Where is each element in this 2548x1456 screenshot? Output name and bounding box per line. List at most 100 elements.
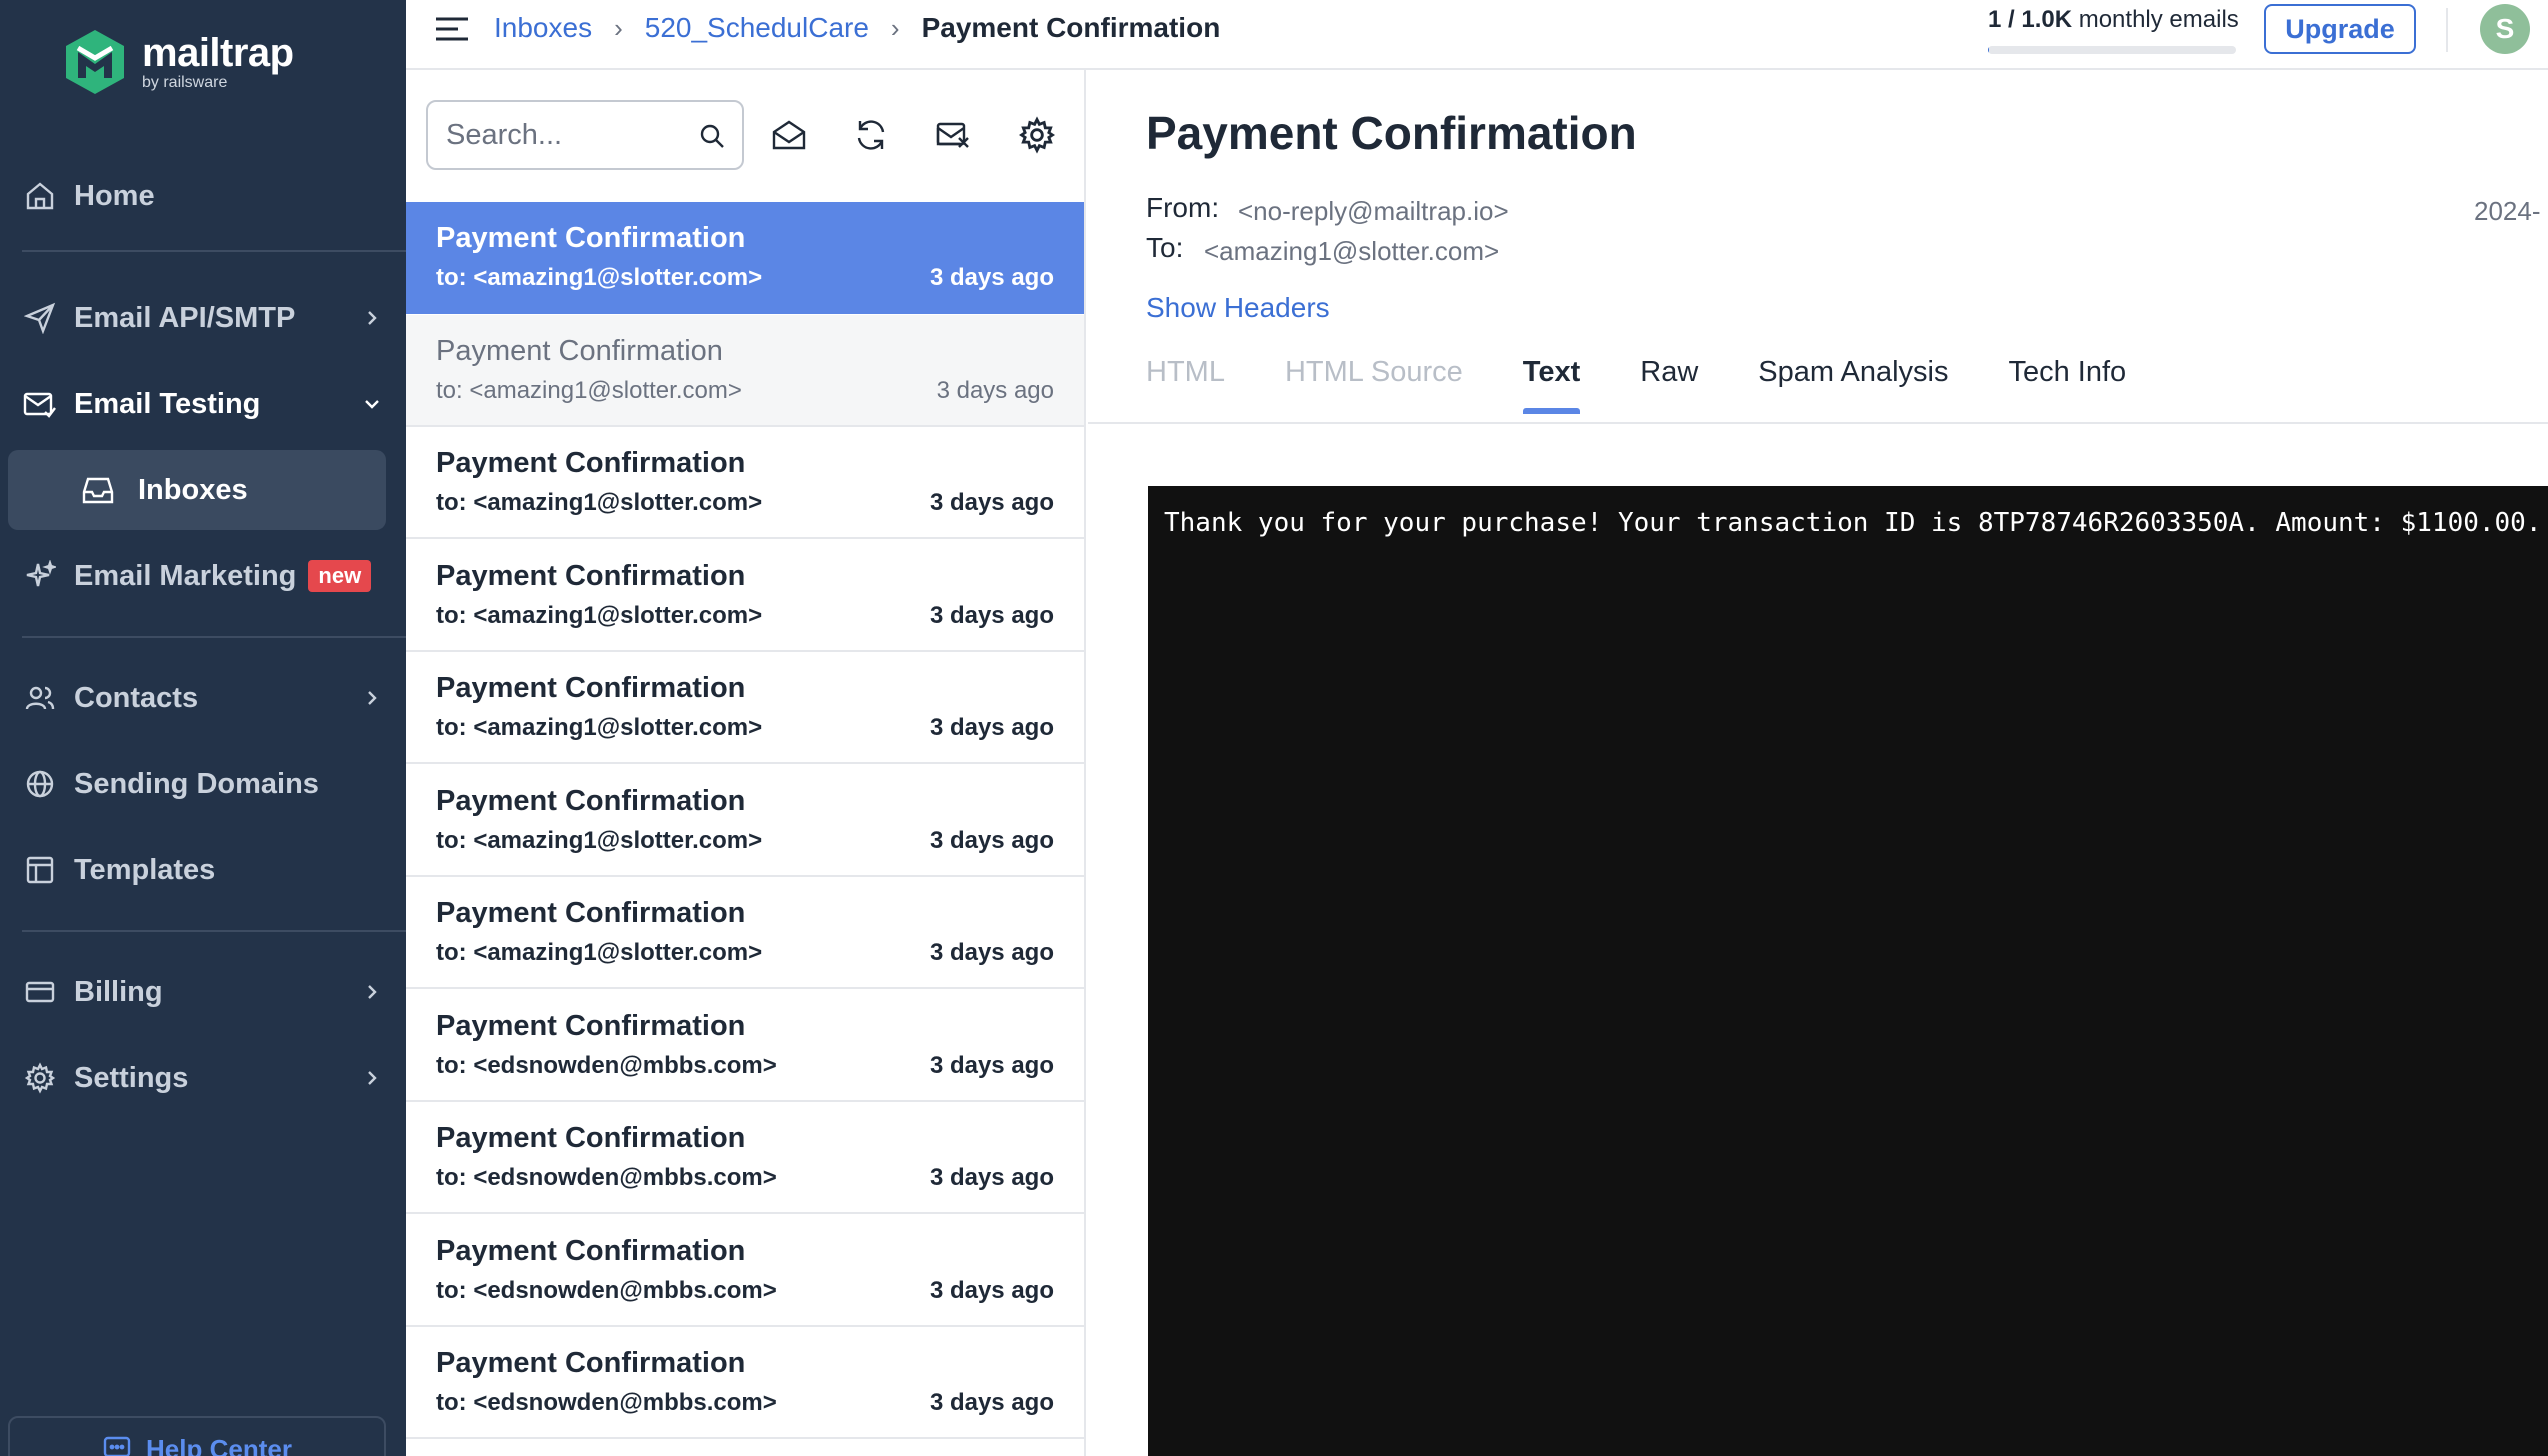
message-list-item[interactable]: Payment Confirmation to: <edsnowden@mbbs.… — [406, 1102, 1084, 1214]
message-subject: Payment Confirmation — [436, 334, 723, 367]
breadcrumb-current: Payment Confirmation — [921, 12, 1221, 43]
message-list-item[interactable]: Payment Confirmation to: <amazing1@slotte… — [406, 764, 1084, 877]
from-value: <no-reply@mailtrap.io> — [1238, 196, 1509, 226]
message-time: 3 days ago — [929, 1051, 1054, 1079]
sidebar-item-inboxes[interactable]: Inboxes — [8, 450, 386, 530]
chevron-right-icon — [368, 985, 377, 999]
message-date: 2024- — [2474, 196, 2541, 226]
breadcrumb-inboxes[interactable]: Inboxes — [494, 12, 592, 44]
message-recipient: to: <edsnowden@mbbs.com> — [436, 1389, 777, 1416]
message-recipient: to: <amazing1@slotter.com> — [436, 714, 763, 741]
message-body-text: Thank you for your purchase! Your transa… — [1164, 508, 2542, 538]
refresh-icon[interactable] — [852, 116, 890, 154]
sidebar-item-email-testing[interactable]: Email Testing — [0, 374, 406, 434]
tab-tech-info[interactable]: Tech Info — [2008, 356, 2126, 414]
show-headers-link[interactable]: Show Headers — [1146, 292, 1330, 324]
home-icon — [22, 178, 58, 214]
logo-wordmark: mailtrap — [142, 31, 294, 75]
sidebar-item-label: Contacts — [74, 681, 199, 714]
message-title: Payment Confirmation — [1146, 107, 1637, 159]
chevron-down-icon — [365, 400, 379, 409]
settings-gear-icon[interactable] — [1018, 116, 1056, 154]
usage-counter: 1 / 1.0K monthly emails — [1988, 6, 2239, 34]
credit-card-icon — [22, 974, 58, 1010]
message-recipient: to: <amazing1@slotter.com> — [436, 601, 763, 629]
message-subject: Payment Confirmation — [436, 222, 746, 254]
help-center-label: Help Center — [146, 1434, 292, 1456]
message-subject: Payment Confirmation — [436, 784, 746, 817]
avatar[interactable]: S — [2480, 4, 2530, 54]
sidebar-item-contacts[interactable]: Contacts — [0, 668, 406, 728]
sidebar-item-email-marketing[interactable]: Email Marketing new — [0, 546, 406, 606]
mailtrap-logo[interactable]: mailtrap by railsware — [62, 26, 294, 98]
message-tabs: HTML HTML Source Text Raw Spam Analysis Tech … — [1146, 356, 2186, 414]
message-list-item[interactable]: Payment Confirmation to: <amazing1@slotte… — [406, 314, 1084, 427]
tab-spam-analysis[interactable]: Spam Analysis — [1758, 356, 1948, 414]
users-icon — [22, 680, 58, 716]
message-time: 3 days ago — [929, 939, 1054, 966]
chevron-right-icon — [368, 691, 377, 705]
message-subject: Payment Confirmation — [436, 1234, 746, 1267]
chat-icon — [103, 1436, 131, 1456]
inbox-icon — [82, 477, 114, 504]
usage-suffix: monthly emails — [2072, 6, 2239, 33]
mail-test-icon — [22, 386, 58, 422]
message-subject: Payment Confirmation — [436, 447, 746, 479]
chevron-right-icon — [368, 311, 377, 325]
sidebar-item-label: Email Marketing — [74, 559, 297, 592]
mailtrap-logo-icon — [66, 30, 124, 94]
text-body-panel: Thank you for your purchase! Your transa… — [1148, 486, 2548, 1456]
sidebar-item-home[interactable]: Home — [0, 166, 406, 226]
to-value: <amazing1@slotter.com> — [1204, 236, 1500, 266]
message-subject: Payment Confirmation — [436, 1122, 746, 1154]
sidebar-item-label: Email Testing — [74, 387, 261, 420]
message-subject: Payment Confirmation — [436, 897, 746, 929]
search-box — [426, 100, 744, 170]
sidebar-item-label: Inboxes — [138, 473, 248, 506]
new-badge: new — [308, 560, 372, 592]
message-list-item[interactable]: Payment Confirmation to: <amazing1@slotte… — [406, 877, 1084, 989]
menu-icon[interactable] — [434, 14, 470, 44]
message-recipient: to: <amazing1@slotter.com> — [436, 939, 763, 966]
message-time: 3 days ago — [929, 489, 1054, 516]
breadcrumb-inbox[interactable]: 520_SchedulCare — [645, 12, 869, 44]
search-input[interactable] — [446, 102, 686, 168]
message-time: 3 days ago — [929, 1276, 1054, 1304]
message-recipient: to: <edsnowden@mbbs.com> — [436, 1051, 777, 1079]
sidebar-item-sending-domains[interactable]: Sending Domains — [0, 754, 406, 814]
message-list-item[interactable]: Payment Confirmation to: <amazing1@slotte… — [406, 539, 1084, 652]
sidebar-item-label: Sending Domains — [74, 767, 319, 800]
message-time: 3 days ago — [929, 826, 1054, 854]
sidebar-item-billing[interactable]: Billing — [0, 962, 406, 1022]
mark-read-icon[interactable] — [770, 116, 808, 154]
help-center-button[interactable]: Help Center — [8, 1416, 386, 1456]
message-list-item[interactable]: Payment Confirmation to: <amazing1@slotte… — [406, 202, 1084, 314]
message-list-item[interactable]: Payment Confirmation to: <edsnowden@mbbs.… — [406, 1214, 1084, 1327]
message-list-item[interactable]: Payment Confirmation to: <amazing1@slotte… — [406, 652, 1084, 764]
usage-count: 1 / 1.0K — [1988, 6, 2073, 33]
send-icon — [22, 300, 58, 336]
message-time: 3 days ago — [929, 1164, 1054, 1191]
message-time: 3 days ago — [929, 264, 1054, 291]
tab-raw[interactable]: Raw — [1640, 356, 1698, 414]
sparkle-icon — [22, 558, 58, 594]
search-icon[interactable] — [698, 122, 726, 150]
clear-inbox-icon[interactable] — [934, 116, 972, 154]
to-label: To: — [1146, 232, 1184, 263]
tab-text[interactable]: Text — [1522, 356, 1581, 414]
sidebar-item-templates[interactable]: Templates — [0, 840, 406, 900]
message-recipient: to: <amazing1@slotter.com> — [436, 826, 763, 854]
message-list-item[interactable]: Payment Confirmation to: <edsnowden@mbbs.… — [406, 989, 1084, 1102]
message-recipient: to: <amazing1@slotter.com> — [436, 264, 763, 291]
mailtrap-app: mailtrap by railsware Home Email API/SMT… — [0, 0, 2548, 1456]
message-list-item[interactable]: Payment Confirmation to: <edsnowden@mbbs.… — [406, 1327, 1084, 1439]
globe-icon — [22, 766, 58, 802]
gear-icon — [22, 1060, 58, 1096]
sidebar-item-settings[interactable]: Settings — [0, 1048, 406, 1108]
message-list-item[interactable]: Payment Confirmation to: <amazing1@slotte… — [406, 427, 1084, 539]
message-detail: Payment Confirmation From: <no-reply@mai… — [1088, 70, 2548, 1456]
sidebar-item-email-api[interactable]: Email API/SMTP — [0, 288, 406, 348]
upgrade-button[interactable]: Upgrade — [2264, 4, 2416, 54]
message-time: 3 days ago — [929, 601, 1054, 629]
topbar-divider — [2446, 8, 2448, 52]
